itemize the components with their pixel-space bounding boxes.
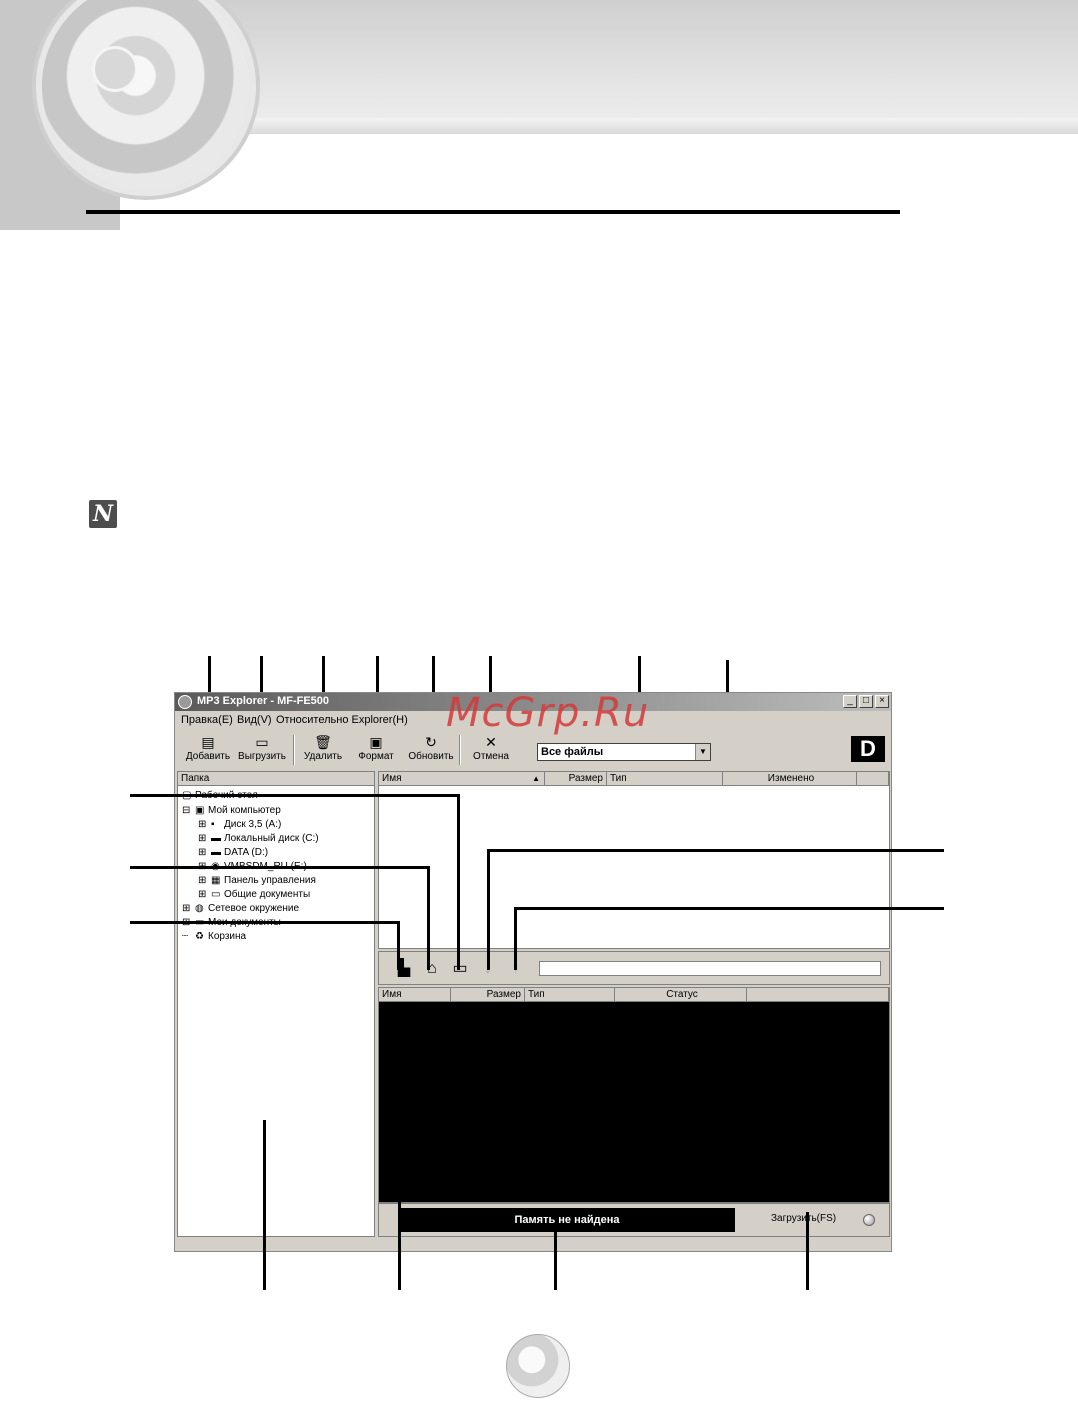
pc-col-type[interactable]: Тип <box>607 772 723 786</box>
device-file-list[interactable]: Имя Размер Тип Статус <box>378 987 890 1203</box>
tree-item-shared-docs[interactable]: ⊞ ▭ Общие документы <box>198 889 310 900</box>
dev-col-status[interactable]: Статус <box>615 988 747 1002</box>
toolbar: ▤ Добавить ▭ Выгрузить 🗑 Удалить ▣ Форма… <box>175 731 891 769</box>
expand-icon[interactable]: ⊞ <box>198 847 211 858</box>
tree-item-disk-d[interactable]: ⊞ ▬ DATA (D:) <box>198 847 268 858</box>
pc-file-list[interactable]: Имя ▲ Размер Тип Изменено <box>378 771 890 949</box>
callout-line-home-drop <box>427 866 430 970</box>
expand-icon[interactable]: ⊞ <box>182 903 195 914</box>
callout-line-new-folder-drop <box>457 794 460 970</box>
callout-line-upload-device-drop <box>514 907 517 970</box>
toolbar-separator <box>293 735 295 765</box>
file-filter-value: Все файлы <box>541 746 604 758</box>
hard-drive-icon: ▬ <box>211 833 221 844</box>
callout-line-download-drop <box>487 849 490 970</box>
device-path-field[interactable] <box>539 961 881 976</box>
footer-disc-graphic <box>506 1334 570 1398</box>
note-icon: N <box>89 500 117 528</box>
menu-about[interactable]: Относительно Explorer(H) <box>276 714 408 726</box>
refresh-button[interactable]: ↻ Обновить <box>405 733 457 767</box>
upload-button[interactable]: ▭ Выгрузить <box>235 733 289 767</box>
add-button[interactable]: ▤ Добавить <box>185 733 231 767</box>
callout-line-parent-drop <box>397 921 400 970</box>
folder-icon: ▭ <box>211 889 221 900</box>
pc-col-name[interactable]: Имя ▲ <box>379 772 545 786</box>
app-logo-icon <box>178 695 192 709</box>
header-band <box>0 0 1078 230</box>
delete-button[interactable]: 🗑 Удалить <box>299 733 347 767</box>
tree-item-my-computer[interactable]: ⊟ ▣ Мой компьютер <box>182 805 281 816</box>
new-folder-icon[interactable]: ▭ <box>449 958 471 980</box>
callout-line-download <box>487 849 944 852</box>
sort-icon: ▲ <box>532 774 540 783</box>
cancel-button[interactable]: ✕ Отмена <box>467 733 515 767</box>
window-title: MP3 Explorer - MF-FE500 <box>197 695 330 707</box>
expand-icon[interactable]: ⊞ <box>198 875 211 886</box>
recycle-bin-icon: ♻ <box>195 931 204 942</box>
chevron-down-icon[interactable]: ▼ <box>695 744 710 760</box>
add-file-icon: ▤ <box>201 734 215 750</box>
computer-icon: ▣ <box>195 805 205 816</box>
memory-status: Память не найдена <box>399 1208 735 1232</box>
pc-col-size[interactable]: Размер <box>545 772 607 786</box>
upload-fs-label[interactable]: Загрузить(FS) <box>771 1213 836 1224</box>
collapse-icon[interactable]: ⊟ <box>182 805 195 816</box>
expand-icon[interactable]: ⊞ <box>198 889 211 900</box>
folder-pane: Папка ▢Рабочий стол ⊟▣Мой компьютер ⊞▪Ди… <box>177 771 375 1237</box>
folder-pane-header: Папка <box>178 772 374 786</box>
minimize-button[interactable]: _ <box>843 695 857 708</box>
control-panel-icon: ▦ <box>211 875 221 886</box>
callout-line-upload-device <box>514 907 944 910</box>
menu-edit[interactable]: Правка(E) <box>181 714 233 726</box>
tree-item-disk-c[interactable]: ⊞ ▬ Локальный диск (C:) <box>198 833 319 844</box>
dev-col-filler <box>747 988 889 1002</box>
hard-drive-icon: ▬ <box>211 847 221 858</box>
app-window: MP3 Explorer - MF-FE500 _ □ × Правка(E) … <box>174 692 892 1252</box>
upload-icon: ▭ <box>255 734 269 750</box>
format-icon: ▣ <box>369 734 383 750</box>
status-bar: Память не найдена Загрузить(FS) <box>378 1203 890 1237</box>
header-stripe <box>180 118 1078 134</box>
file-filter-select[interactable]: Все файлы ▼ <box>537 743 711 761</box>
floppy-icon: ▪ <box>211 819 215 830</box>
trash-icon: 🗑 <box>314 734 332 750</box>
dev-col-size[interactable]: Размер <box>451 988 525 1002</box>
callout-line-parent <box>130 921 400 924</box>
network-icon: ◍ <box>195 903 204 914</box>
dev-col-name[interactable]: Имя <box>379 988 451 1002</box>
tree-item-recycle-bin[interactable]: ┈ ♻ Корзина <box>182 931 246 942</box>
status-indicator-icon <box>863 1214 875 1226</box>
tree-item-network[interactable]: ⊞ ◍ Сетевое окружение <box>182 903 299 914</box>
device-toolbar: ▙ ⌂ ▭ ↓ ↑ <box>378 951 890 985</box>
callout-line-upload-fs <box>806 1212 809 1290</box>
tree-item-control-panel[interactable]: ⊞ ▦ Панель управления <box>198 875 316 886</box>
expand-icon[interactable]: ⊞ <box>198 833 211 844</box>
callout-line-folder-pane <box>263 1120 266 1290</box>
watermark-text: McGrp.Ru <box>446 690 650 736</box>
callout-line-device-list <box>398 1100 401 1290</box>
pc-col-modified[interactable]: Изменено <box>723 772 857 786</box>
menu-view[interactable]: Вид(V) <box>237 714 272 726</box>
brand-logo: D <box>851 736 885 762</box>
home-icon[interactable]: ⌂ <box>421 958 443 980</box>
pc-col-filler <box>857 772 889 786</box>
close-button[interactable]: × <box>875 695 889 708</box>
callout-line-new-folder <box>130 794 460 797</box>
callout-line-home <box>130 866 430 869</box>
cd-disc-hole <box>92 46 138 92</box>
format-button[interactable]: ▣ Формат <box>353 733 399 767</box>
expand-icon[interactable]: ⊞ <box>198 819 211 830</box>
header-rule <box>86 210 900 214</box>
dev-col-type[interactable]: Тип <box>525 988 615 1002</box>
callout-line-memory <box>554 1230 557 1290</box>
toolbar-separator <box>459 735 461 765</box>
tree-connector: ┈ <box>182 931 189 942</box>
header-gradient <box>180 0 1078 120</box>
maximize-button[interactable]: □ <box>859 695 873 708</box>
tree-item-floppy[interactable]: ⊞ ▪ Диск 3,5 (A:) <box>198 819 281 830</box>
